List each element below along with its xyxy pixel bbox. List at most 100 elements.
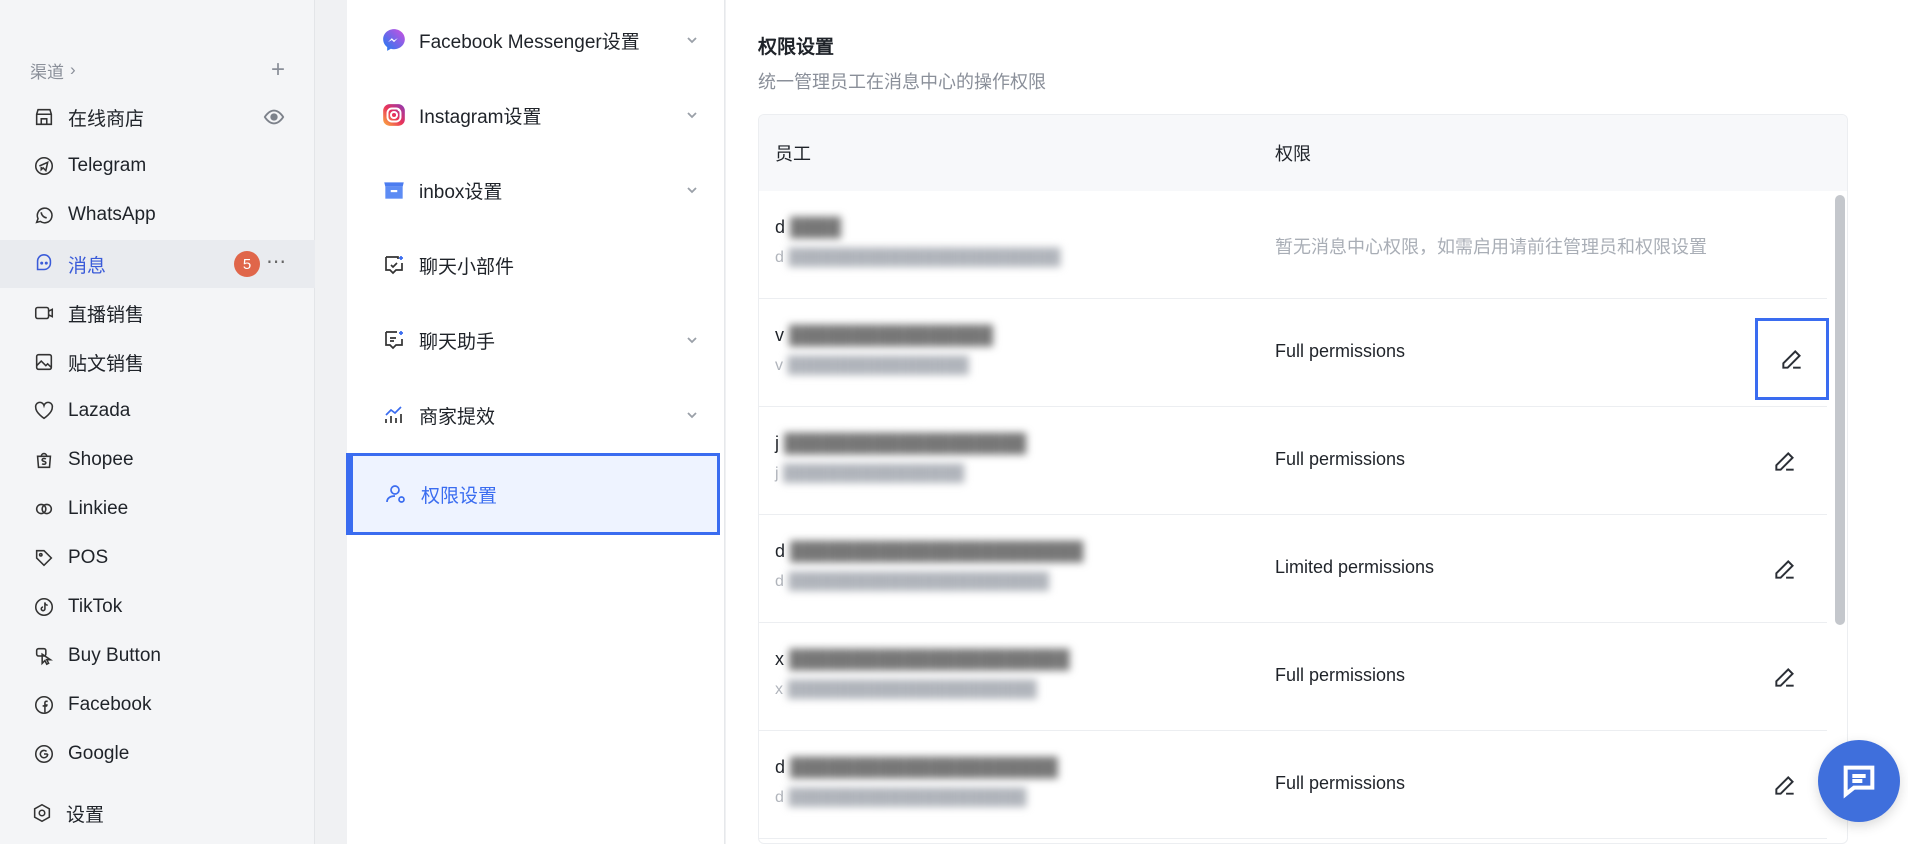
pencil-icon bbox=[1775, 452, 1794, 471]
sidebar-item-label: Google bbox=[68, 743, 130, 764]
sidebar-item-facebook[interactable]: Facebook bbox=[0, 681, 315, 729]
channels-header: 渠道 › + bbox=[30, 58, 285, 82]
buy-button-icon bbox=[32, 644, 56, 668]
employee-email: v ████████████████ bbox=[775, 357, 969, 374]
settings-menu: Facebook Messenger设置 Instagram设置 inbox设置… bbox=[346, 0, 725, 844]
edit-permission-button[interactable] bbox=[1761, 545, 1809, 593]
chat-widget-icon bbox=[381, 252, 407, 278]
sidebar-item-label: Linkiee bbox=[68, 498, 129, 519]
permission-value: Full permissions bbox=[1275, 665, 1406, 685]
sidebar-item-buy-button[interactable]: Buy Button bbox=[0, 632, 315, 680]
table-row: d ████ d ████████████████████████ 暂无消息中心… bbox=[759, 191, 1827, 299]
employee-name: j ███████████████████ bbox=[775, 433, 1027, 453]
employee-name: x ██████████████████████ bbox=[775, 649, 1070, 669]
menu-item-label: 聊天助手 bbox=[419, 331, 496, 353]
pencil-icon bbox=[1775, 560, 1794, 579]
store-icon bbox=[32, 105, 56, 129]
chevron-down-icon bbox=[687, 112, 697, 119]
page-title: 权限设置 bbox=[758, 37, 835, 58]
menu-item-instagram[interactable]: Instagram设置 bbox=[347, 83, 725, 147]
table-header: 员工 权限 bbox=[759, 115, 1847, 191]
chevron-down-icon bbox=[687, 337, 697, 344]
column-permission: 权限 bbox=[1275, 144, 1311, 164]
sidebar-item-live[interactable]: 直播销售 bbox=[0, 289, 315, 337]
permission-value: Limited permissions bbox=[1275, 557, 1435, 577]
employee-name: d ███████████████████████ bbox=[775, 541, 1084, 561]
add-channel-icon[interactable]: + bbox=[271, 58, 285, 82]
sidebar-item-label: Lazada bbox=[68, 400, 131, 421]
sidebar-item-post[interactable]: 贴文销售 bbox=[0, 338, 315, 386]
edit-permission-button[interactable] bbox=[1761, 761, 1809, 809]
sidebar-item-shopee[interactable]: Shopee bbox=[0, 436, 315, 484]
user-permission-icon bbox=[383, 481, 409, 507]
table-row: v ████████████████ v ████████████████ Fu… bbox=[759, 299, 1829, 407]
channels-link[interactable]: 渠道 › bbox=[30, 58, 76, 83]
more-icon[interactable]: ⋯ bbox=[266, 249, 287, 274]
permission-value: Full permissions bbox=[1275, 773, 1406, 793]
sidebar-item-tiktok[interactable]: TikTok bbox=[0, 583, 315, 631]
table-row: d ███████████████████████ d ████████████… bbox=[759, 515, 1827, 623]
tiktok-icon bbox=[32, 595, 56, 619]
menu-item-permissions[interactable]: 权限设置 bbox=[346, 453, 720, 535]
sidebar-item-settings[interactable]: 设置 bbox=[0, 789, 315, 837]
employee-name: d ████ bbox=[775, 217, 842, 237]
menu-item-label: inbox设置 bbox=[419, 181, 503, 203]
permissions-table: 员工 权限 d ████ d ████████████████████████ … bbox=[758, 114, 1848, 844]
menu-item-label: Facebook Messenger设置 bbox=[419, 31, 640, 53]
sidebar-item-label: WhatsApp bbox=[68, 204, 156, 225]
menu-item-chat-assistant[interactable]: 聊天助手 bbox=[347, 308, 725, 372]
sidebar-item-label: Facebook bbox=[68, 694, 152, 715]
sidebar-item-linkiee[interactable]: Linkiee bbox=[0, 485, 315, 533]
employee-name: d █████████████████████ bbox=[775, 757, 1058, 777]
menu-item-chat-widget[interactable]: 聊天小部件 bbox=[347, 233, 725, 297]
sidebar-item-telegram[interactable]: Telegram bbox=[0, 142, 315, 190]
menu-item-inbox[interactable]: inbox设置 bbox=[347, 158, 725, 222]
chat-bubble-icon bbox=[1843, 765, 1875, 799]
edit-permission-button[interactable] bbox=[1761, 437, 1809, 485]
menu-item-label: 商家提效 bbox=[419, 406, 496, 428]
employee-name: v ████████████████ bbox=[775, 325, 994, 345]
menu-item-efficiency[interactable]: 商家提效 bbox=[347, 383, 725, 447]
sidebar-item-label: Shopee bbox=[68, 449, 134, 470]
menu-item-label: Instagram设置 bbox=[419, 106, 542, 128]
edit-permission-button[interactable] bbox=[1755, 318, 1829, 400]
message-icon bbox=[32, 252, 56, 276]
chat-support-button[interactable] bbox=[1818, 740, 1900, 822]
sidebar-item-label: POS bbox=[68, 547, 109, 568]
table-row: x ██████████████████████ x █████████████… bbox=[759, 623, 1827, 731]
settings-icon bbox=[30, 801, 54, 825]
employee-email: x ██████████████████████ bbox=[775, 681, 1037, 698]
efficiency-icon bbox=[381, 402, 407, 428]
sidebar-item-label: TikTok bbox=[68, 596, 123, 617]
column-employee: 员工 bbox=[775, 144, 811, 164]
employee-email: j ████████████████ bbox=[775, 465, 965, 482]
menu-item-label: 权限设置 bbox=[421, 485, 498, 507]
sidebar-item-label: Telegram bbox=[68, 155, 147, 176]
pencil-icon bbox=[1782, 350, 1801, 369]
messenger-icon bbox=[381, 27, 407, 53]
instagram-icon bbox=[381, 102, 407, 128]
chevron-right-icon: › bbox=[70, 60, 76, 79]
sidebar-item-lazada[interactable]: Lazada bbox=[0, 387, 315, 435]
sidebar-item-whatsapp[interactable]: WhatsApp bbox=[0, 191, 315, 239]
chevron-down-icon bbox=[687, 412, 697, 419]
permission-value: 暂无消息中心权限，如需启用请前往管理员和权限设置 bbox=[1275, 237, 1707, 257]
page-subtitle: 统一管理员工在消息中心的操作权限 bbox=[758, 72, 1046, 92]
sidebar-item-google[interactable]: Google bbox=[0, 730, 315, 778]
sidebar-item-label: 直播销售 bbox=[68, 304, 145, 326]
sidebar-item-label: 贴文销售 bbox=[68, 353, 145, 375]
lazada-icon bbox=[32, 399, 56, 423]
table-scrollbar[interactable] bbox=[1835, 195, 1845, 625]
chevron-down-icon bbox=[687, 37, 697, 44]
employee-email: d ███████████████████████ bbox=[775, 573, 1050, 590]
menu-item-messenger[interactable]: Facebook Messenger设置 bbox=[347, 8, 725, 72]
edit-permission-button[interactable] bbox=[1761, 653, 1809, 701]
sidebar-item-store[interactable]: 在线商店 bbox=[0, 93, 315, 141]
sidebar-item-pos[interactable]: POS bbox=[0, 534, 315, 582]
employee-email: d ████████████████████████ bbox=[775, 249, 1061, 266]
eye-icon[interactable] bbox=[263, 106, 285, 128]
pencil-icon bbox=[1775, 668, 1794, 687]
sidebar-item-label: Buy Button bbox=[68, 645, 161, 666]
chevron-down-icon bbox=[687, 187, 697, 194]
sidebar-item-messages[interactable]: 消息 5 ⋯ bbox=[0, 240, 315, 288]
